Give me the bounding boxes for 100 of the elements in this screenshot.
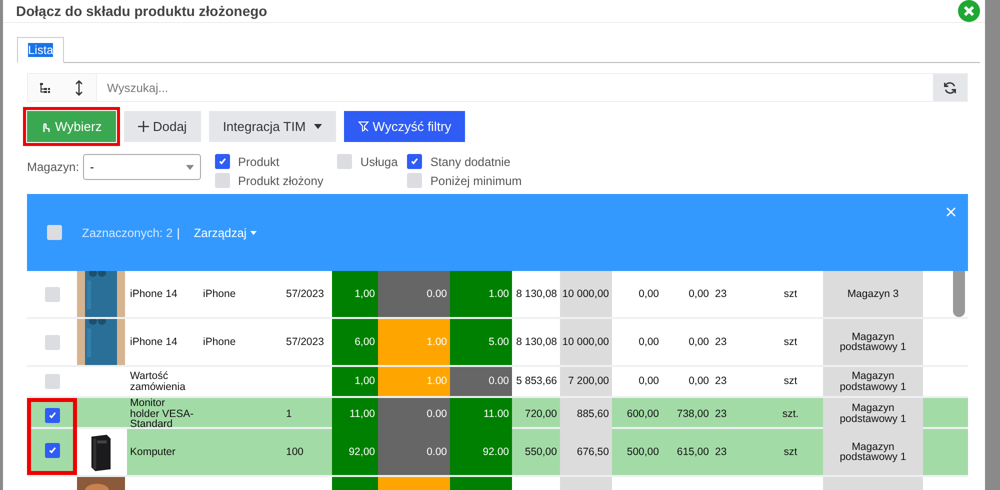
table-cell-text: 1 xyxy=(285,406,293,422)
table-cell-text: 738,00 xyxy=(676,406,710,422)
checkbox-label: Produkt złożony xyxy=(238,174,324,188)
row-checkbox[interactable] xyxy=(44,334,60,350)
caret-icon xyxy=(314,124,322,129)
hand-icon xyxy=(41,120,51,132)
checkbox-label: Stany dodatnie xyxy=(430,154,510,168)
table-cell-text: 23 xyxy=(714,444,728,460)
table-cell-text: iPhone xyxy=(202,334,237,350)
checkbox-label: Poniżej minimum xyxy=(430,174,522,188)
stock-cell: 0.00 xyxy=(378,271,450,317)
manage-menu[interactable]: Zarządzaj xyxy=(194,226,257,240)
table-cell-text: 550,00 xyxy=(524,444,558,460)
table-cell-text: 0,00 xyxy=(638,334,660,350)
row-checkbox[interactable] xyxy=(44,442,60,458)
row-checkbox[interactable] xyxy=(44,374,60,389)
table-cell-text: iPhone xyxy=(202,286,237,302)
table-cell-text: 57/2023 xyxy=(285,286,325,302)
search-field[interactable]: Wyszukaj... xyxy=(96,74,933,101)
table-cell-text: 0,00 xyxy=(688,286,710,302)
table-cell-text: iPhone 14 xyxy=(129,334,178,350)
close-icon[interactable] xyxy=(946,207,956,217)
sort-icon[interactable] xyxy=(75,80,83,96)
stock-cell: 0.00 xyxy=(378,429,450,475)
table-cell-text: szt xyxy=(782,286,798,302)
stock-cell: 1.00 xyxy=(378,319,450,365)
row-checkbox[interactable] xyxy=(44,286,60,302)
table-cell: Magazyn 3 xyxy=(823,271,923,317)
table-cell-text: 100 xyxy=(285,444,305,460)
table-cell-text: 57/2023 xyxy=(285,334,325,350)
toolbar-button[interactable]: Wybierz xyxy=(27,111,116,142)
table-cell: 7 200,00 xyxy=(560,367,612,396)
table-cell-text: 0,00 xyxy=(638,374,660,390)
caret-icon xyxy=(250,230,257,234)
table-cell-text: 23 xyxy=(714,334,728,350)
stock-cell: 11.00 xyxy=(450,398,512,430)
table-cell: 10 000,00 xyxy=(560,271,612,317)
checkbox[interactable] xyxy=(215,173,230,188)
table-cell-text: 500,00 xyxy=(626,444,660,460)
table-cell-text: Monitor holder VESA-Standard xyxy=(129,398,195,430)
stock-cell: 0.00 xyxy=(450,367,512,396)
table-cell-text: 23 xyxy=(714,374,728,390)
stock-cell: 0.00 xyxy=(378,398,450,430)
check-icon xyxy=(48,411,56,420)
toolbar-button[interactable]: Dodaj xyxy=(124,111,201,142)
checkbox[interactable] xyxy=(407,154,422,169)
checkbox[interactable] xyxy=(215,154,230,169)
table-cell-text: 0,00 xyxy=(638,286,660,302)
check-icon xyxy=(48,446,56,454)
table-cell: Magazyn podstawowy 1 xyxy=(823,319,923,365)
tab[interactable]: Lista xyxy=(17,37,64,63)
table-cell-text: Wartość zamówienia xyxy=(129,369,186,394)
table-cell-text: szt. xyxy=(781,406,800,422)
checkbox-label: Usługa xyxy=(360,154,398,168)
refresh-icon xyxy=(943,80,957,94)
row-checkbox[interactable] xyxy=(44,408,60,424)
checkbox[interactable] xyxy=(407,173,422,188)
table-cell: 676,50 xyxy=(560,429,612,475)
checkbox[interactable] xyxy=(337,154,352,169)
toolbar-button[interactable]: Integracja TIM xyxy=(208,111,336,142)
table-cell-text: Komputer xyxy=(129,444,177,460)
table-cell-text: szt xyxy=(782,444,798,460)
table-cell: Magazyn podstawowy 1 xyxy=(823,398,923,430)
table-cell-text: 600,00 xyxy=(626,406,660,422)
plus-icon xyxy=(138,121,149,132)
scrollbar-thumb[interactable] xyxy=(953,271,965,317)
select-all-checkbox[interactable] xyxy=(47,225,62,240)
table-cell-text: szt xyxy=(782,334,798,350)
toolbar-button[interactable]: Wyczyść filtry xyxy=(344,111,466,142)
table-cell-text: 23 xyxy=(714,286,728,302)
table-cell-text: 8 130,08 xyxy=(515,334,558,350)
table-cell: Magazyn podstawowy 1 xyxy=(823,429,923,475)
table-cell-text: 720,00 xyxy=(524,406,558,422)
table-cell-text: 8 130,08 xyxy=(515,286,558,302)
table-cell-text: 23 xyxy=(714,406,728,422)
stock-cell: 1,00 xyxy=(332,271,378,317)
checkbox-label: Produkt xyxy=(238,154,280,168)
refresh-button[interactable] xyxy=(933,74,967,101)
stock-cell: 1.00 xyxy=(378,367,450,396)
filter-icon xyxy=(358,121,369,132)
warehouse-select[interactable]: - xyxy=(83,154,202,180)
table-cell-text: szt xyxy=(782,374,798,390)
stock-cell: 1.00 xyxy=(450,271,512,317)
close-icon[interactable] xyxy=(958,0,980,22)
table-cell: 10 000,00 xyxy=(560,319,612,365)
separator: | xyxy=(176,226,180,240)
caret-icon xyxy=(186,164,194,170)
stock-cell: 5.00 xyxy=(450,319,512,365)
table-cell: 885,60 xyxy=(560,398,612,430)
tree-icon[interactable] xyxy=(39,82,51,94)
table-cell-text: 615,00 xyxy=(676,444,710,460)
dialog-title: Dołącz do składu produktu złożonego xyxy=(16,3,268,19)
stock-cell: 92,00 xyxy=(332,429,378,475)
stock-cell: 6,00 xyxy=(332,319,378,365)
selected-count: Zaznaczonych: 2 xyxy=(82,226,173,240)
field-label: Magazyn: xyxy=(27,160,80,174)
table-cell-text: 5 853,66 xyxy=(515,374,558,390)
table-cell-text: 0,00 xyxy=(688,334,710,350)
stock-cell: 11,00 xyxy=(332,398,378,430)
stock-cell: 92.00 xyxy=(450,429,512,475)
